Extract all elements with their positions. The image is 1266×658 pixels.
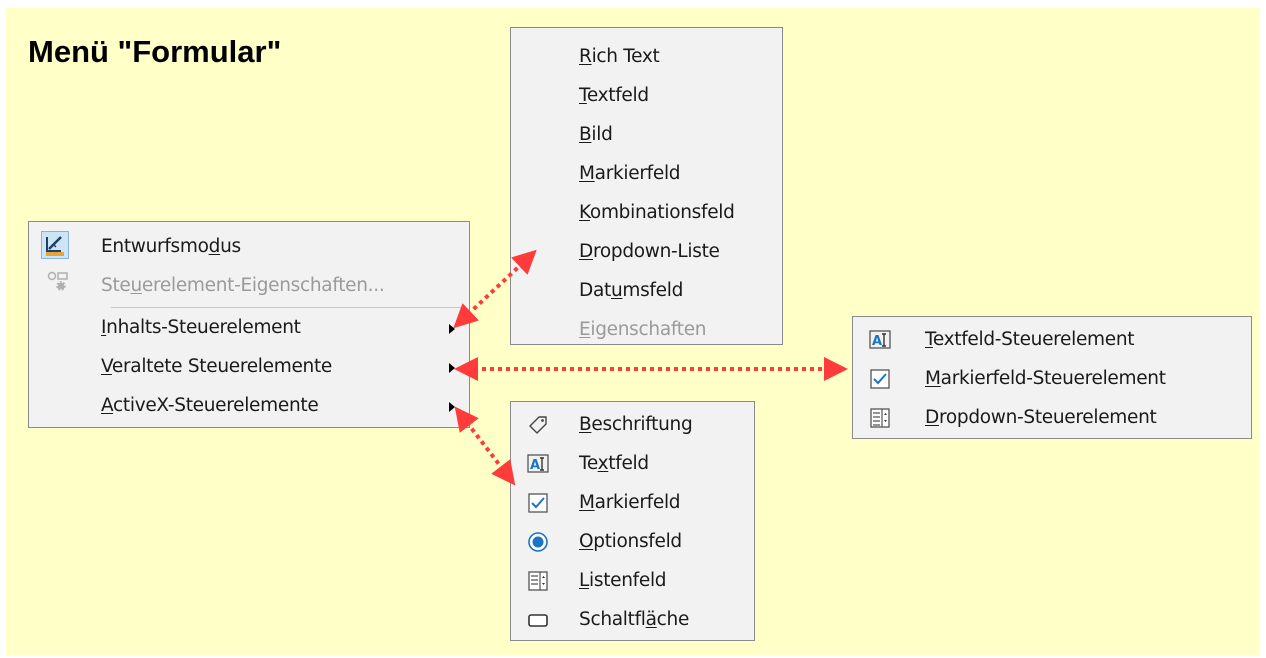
- menu-item-label: Inhalts-Steuerelement: [101, 317, 301, 338]
- menu-item-veraltete-steuerelemente[interactable]: Veraltete Steuerelemente: [29, 348, 469, 387]
- submenu-item-optionsfeld[interactable]: Optionsfeld: [511, 523, 754, 562]
- checkbox-icon: [869, 368, 891, 390]
- dropdown-icon: [869, 407, 891, 429]
- submenu-item-label: Bild: [579, 124, 613, 145]
- submenu-item-listenfeld[interactable]: Listenfeld: [511, 562, 754, 601]
- submenu-item-label: Dropdown-Steuerelement: [925, 407, 1157, 428]
- submenu-item-label: Markierfeld: [579, 492, 681, 513]
- submenu-item-markierfeld[interactable]: Markierfeld: [511, 155, 782, 194]
- menu-separator: [111, 307, 465, 308]
- submenu-item-label: Dropdown-Liste: [579, 241, 720, 262]
- svg-text:A: A: [530, 458, 540, 473]
- submenu-item-markierfeld[interactable]: Markierfeld: [511, 484, 754, 523]
- push-button-icon: [527, 609, 549, 631]
- submenu-arrow-icon: [449, 363, 455, 373]
- legacy-controls-submenu: A Textfeld-Steuerelement Markierfeld-Ste…: [852, 316, 1252, 439]
- submenu-item-label: Optionsfeld: [579, 531, 682, 552]
- submenu-item-kombinationsfeld[interactable]: Kombinationsfeld: [511, 194, 782, 233]
- text-field-icon: A: [527, 453, 549, 475]
- design-mode-icon[interactable]: [41, 231, 69, 259]
- content-controls-submenu: Rich Text Textfeld Bild Markierfeld Komb…: [510, 27, 783, 345]
- page: Menü "Formular" Entwurfsmodus Steuerelem…: [0, 0, 1266, 658]
- menu-item-label: Entwurfsmodus: [101, 236, 241, 257]
- submenu-item-label: Textfeld: [579, 453, 649, 474]
- submenu-item-label: Textfeld-Steuerelement: [925, 329, 1135, 350]
- menu-item-entwurfsmodus[interactable]: Entwurfsmodus: [29, 228, 469, 267]
- submenu-item-dropdown-liste[interactable]: Dropdown-Liste: [511, 233, 782, 272]
- submenu-item-textfeld-steuerelement[interactable]: A Textfeld-Steuerelement: [853, 321, 1251, 360]
- submenu-item-textfeld[interactable]: A Textfeld: [511, 445, 754, 484]
- menu-item-label: Veraltete Steuerelemente: [101, 356, 332, 377]
- submenu-item-beschriftung[interactable]: Beschriftung: [511, 406, 754, 445]
- submenu-item-datumsfeld[interactable]: Datumsfeld: [511, 272, 782, 311]
- control-properties-icon: [47, 271, 69, 293]
- option-button-icon: [527, 531, 549, 553]
- menu-item-steuerelement-eigenschaften[interactable]: Steuerelement-Eigenschaften...: [29, 267, 469, 306]
- submenu-arrow-icon: [449, 402, 455, 412]
- submenu-item-label: Beschriftung: [579, 414, 693, 435]
- submenu-item-rich-text[interactable]: Rich Text: [511, 38, 782, 77]
- text-field-icon: A: [869, 329, 891, 351]
- submenu-item-eigenschaften[interactable]: Eigenschaften: [511, 311, 782, 350]
- checkbox-icon: [527, 492, 549, 514]
- submenu-item-label: Schaltfläche: [579, 609, 690, 630]
- submenu-item-textfeld[interactable]: Textfeld: [511, 77, 782, 116]
- submenu-item-schaltflaeche[interactable]: Schaltfläche: [511, 601, 754, 640]
- label-tag-icon: [527, 414, 549, 436]
- submenu-item-dropdown-steuerelement[interactable]: Dropdown-Steuerelement: [853, 399, 1251, 438]
- formular-menu: Entwurfsmodus Steuerelement-Eigenschafte…: [28, 221, 470, 428]
- submenu-arrow-icon: [449, 324, 455, 334]
- submenu-item-label: Markierfeld: [579, 163, 681, 184]
- submenu-item-label: Kombinationsfeld: [579, 202, 735, 223]
- menu-item-label: ActiveX-Steuerelemente: [101, 395, 319, 416]
- submenu-item-label: Textfeld: [579, 85, 649, 106]
- submenu-item-label: Eigenschaften: [579, 319, 707, 340]
- submenu-item-markierfeld-steuerelement[interactable]: Markierfeld-Steuerelement: [853, 360, 1251, 399]
- activex-controls-submenu: Beschriftung A Textfeld Markierfeld Opti…: [510, 401, 755, 641]
- menu-item-activex-steuerelemente[interactable]: ActiveX-Steuerelemente: [29, 387, 469, 426]
- svg-text:A: A: [872, 334, 882, 349]
- list-box-icon: [527, 570, 549, 592]
- page-title: Menü "Formular": [28, 34, 282, 69]
- submenu-item-label: Rich Text: [579, 46, 660, 67]
- submenu-item-bild[interactable]: Bild: [511, 116, 782, 155]
- menu-item-inhalts-steuerelement[interactable]: Inhalts-Steuerelement: [29, 309, 469, 348]
- menu-item-label: Steuerelement-Eigenschaften...: [101, 275, 385, 296]
- submenu-item-label: Datumsfeld: [579, 280, 684, 301]
- submenu-item-label: Markierfeld-Steuerelement: [925, 368, 1166, 389]
- submenu-item-label: Listenfeld: [579, 570, 667, 591]
